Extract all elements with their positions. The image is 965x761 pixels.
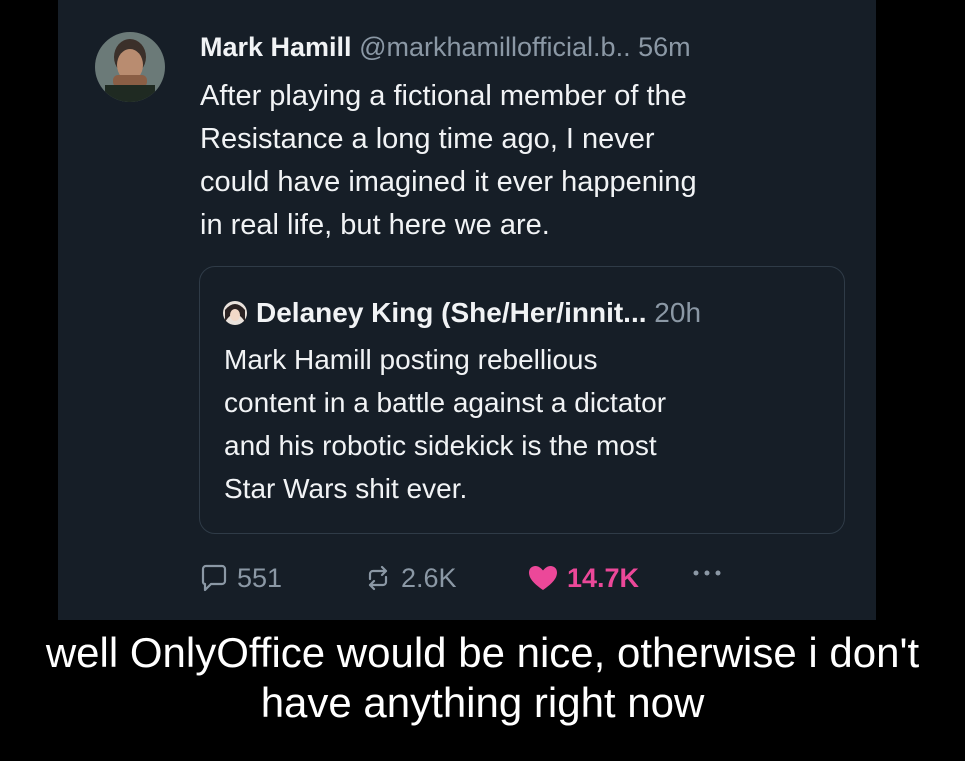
post-header: Mark Hamill @markhamillofficial.b.. 56m	[200, 30, 691, 64]
repost-count: 2.6K	[401, 563, 457, 593]
quote-time[interactable]: 20h	[654, 297, 701, 328]
quote-author-avatar[interactable]	[222, 300, 248, 326]
reply-count: 551	[237, 563, 283, 593]
quote-text: Mark Hamill posting rebellious content i…	[224, 344, 667, 504]
author-handle[interactable]: @markhamillofficial.b..	[359, 32, 631, 62]
author-avatar[interactable]	[95, 27, 165, 107]
like-count: 14.7K	[567, 563, 640, 593]
more-options-button[interactable]	[689, 558, 725, 588]
quote-author-name[interactable]: Delaney King (She/Her/innit...	[256, 297, 647, 328]
quote-header: Delaney King (She/Her/innit... 20h	[222, 296, 701, 330]
ellipsis-icon	[693, 570, 721, 576]
post-time[interactable]: 56m	[638, 32, 691, 62]
reply-button[interactable]: 551	[199, 558, 282, 598]
speech-bubble-icon	[201, 564, 227, 592]
heart-icon	[529, 566, 557, 590]
repost-arrows-icon	[368, 565, 388, 591]
caption-text: well OnlyOffice would be nice, otherwise…	[45, 629, 920, 726]
repost-button[interactable]: 2.6K	[363, 558, 457, 598]
author-name[interactable]: Mark Hamill	[200, 32, 352, 62]
like-button[interactable]: 14.7K	[527, 558, 639, 598]
post-actions: 551 2.6K 14.7K	[199, 558, 759, 598]
post-text: After playing a fictional member of the …	[200, 80, 697, 241]
